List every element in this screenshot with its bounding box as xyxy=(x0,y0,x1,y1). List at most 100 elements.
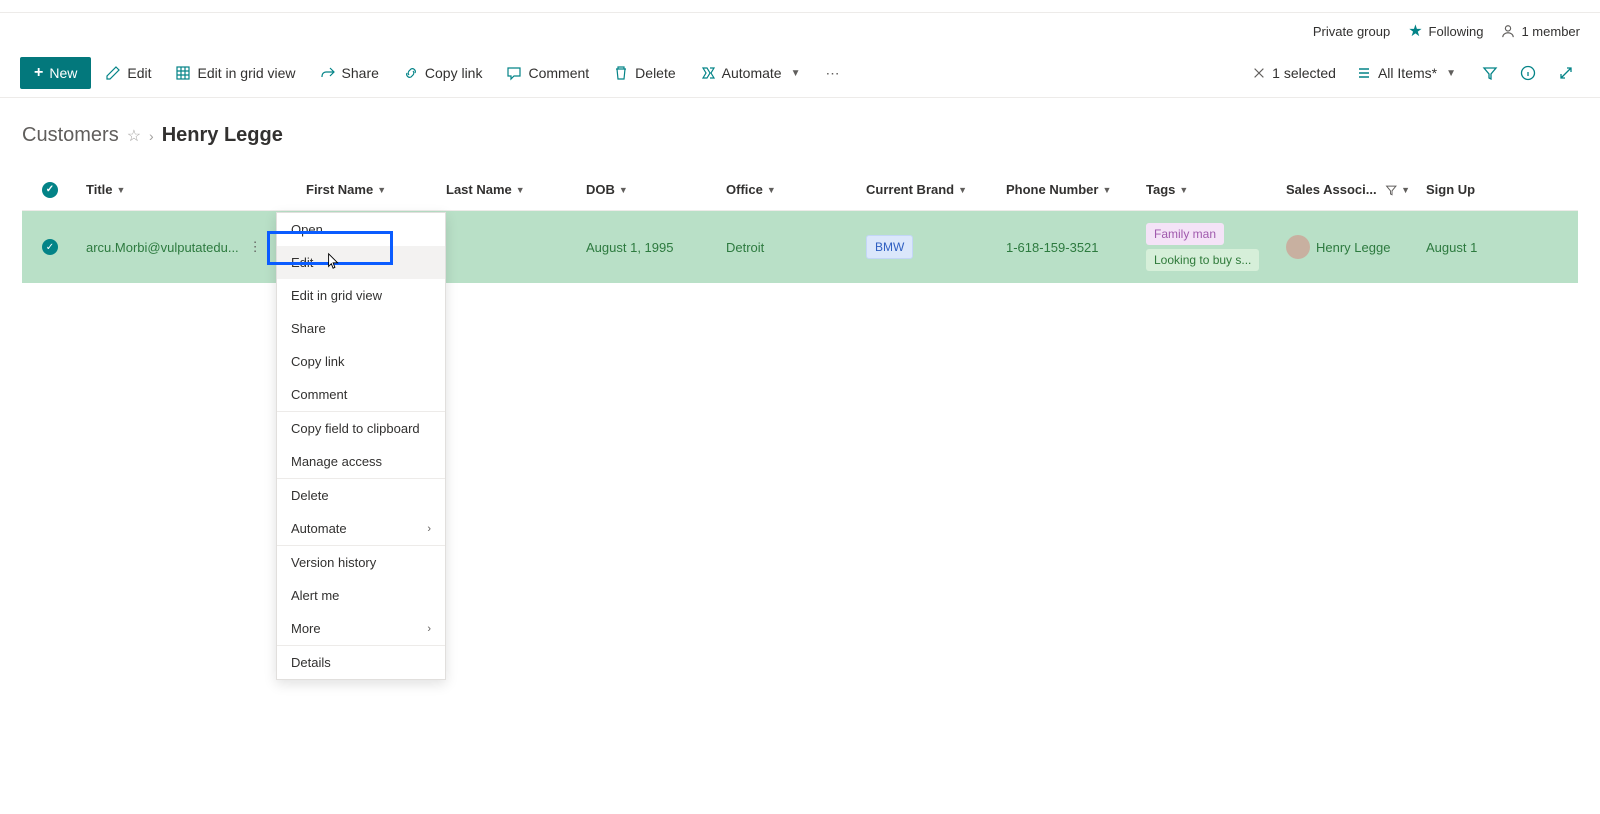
menu-edit-grid[interactable]: Edit in grid view xyxy=(277,279,445,312)
menu-version-history[interactable]: Version history xyxy=(277,546,445,579)
chevron-right-icon: › xyxy=(427,523,431,535)
col-tags[interactable]: Tags▼ xyxy=(1138,182,1278,197)
info-icon xyxy=(1520,65,1536,81)
new-label: New xyxy=(49,65,77,81)
menu-alert-me[interactable]: Alert me xyxy=(277,579,445,612)
expand-button[interactable] xyxy=(1552,59,1580,87)
avatar xyxy=(1286,235,1310,259)
chevron-down-icon: ▼ xyxy=(516,185,525,195)
star-icon: ★ xyxy=(1408,21,1422,41)
edit-label: Edit xyxy=(127,65,151,81)
following-toggle[interactable]: ★ Following xyxy=(1408,21,1483,41)
ellipsis-icon: ⋯ xyxy=(824,65,840,81)
col-phone[interactable]: Phone Number▼ xyxy=(998,182,1138,197)
chevron-down-icon: ▼ xyxy=(619,185,628,195)
check-icon: ✓ xyxy=(42,182,58,198)
row-last-name xyxy=(438,237,578,257)
menu-copy-link[interactable]: Copy link xyxy=(277,345,445,378)
list-grid: ✓ Title▼ First Name▼ Last Name▼ DOB▼ Off… xyxy=(22,169,1578,283)
edit-button[interactable]: Edit xyxy=(95,58,161,88)
chevron-down-icon: ▼ xyxy=(1446,68,1456,79)
menu-details[interactable]: Details xyxy=(277,646,445,679)
col-brand[interactable]: Current Brand▼ xyxy=(858,182,998,197)
copy-link-label: Copy link xyxy=(425,65,483,81)
members-link[interactable]: 1 member xyxy=(1501,24,1580,39)
context-menu: Open Edit Edit in grid view Share Copy l… xyxy=(276,212,446,680)
chevron-down-icon: ▼ xyxy=(1401,185,1410,195)
pencil-icon xyxy=(105,65,121,81)
menu-automate[interactable]: Automate› xyxy=(277,512,445,545)
col-sign-up[interactable]: Sign Up xyxy=(1418,182,1558,197)
comment-button[interactable]: Comment xyxy=(496,58,599,88)
menu-edit[interactable]: Edit xyxy=(277,246,445,279)
chevron-down-icon: ▼ xyxy=(1179,185,1188,195)
menu-comment[interactable]: Comment xyxy=(277,378,445,411)
more-commands-button[interactable]: ⋯ xyxy=(814,58,850,88)
share-button[interactable]: Share xyxy=(310,58,389,88)
filter-button[interactable] xyxy=(1476,59,1504,87)
grid-icon xyxy=(175,65,191,81)
select-all-header[interactable]: ✓ xyxy=(22,182,78,198)
command-bar: + New Edit Edit in grid view Share Copy … xyxy=(0,49,1600,98)
private-group-label: Private group xyxy=(1313,24,1390,39)
menu-manage-access[interactable]: Manage access xyxy=(277,445,445,478)
link-icon xyxy=(403,65,419,81)
close-icon xyxy=(1252,66,1266,80)
copy-link-button[interactable]: Copy link xyxy=(393,58,493,88)
chevron-down-icon: ▼ xyxy=(117,185,126,195)
favorite-icon[interactable]: ☆ xyxy=(127,126,141,146)
following-label: Following xyxy=(1429,24,1484,39)
brand-pill: BMW xyxy=(866,235,913,259)
expand-icon xyxy=(1558,65,1574,81)
tag-pill: Family man xyxy=(1146,223,1224,245)
edit-grid-label: Edit in grid view xyxy=(197,65,295,81)
info-button[interactable] xyxy=(1514,59,1542,87)
plus-icon: + xyxy=(34,64,43,82)
tag-pill: Looking to buy s... xyxy=(1146,249,1259,271)
row-phone: 1-618-159-3521 xyxy=(998,230,1138,265)
col-dob[interactable]: DOB▼ xyxy=(578,182,718,197)
menu-open[interactable]: Open xyxy=(277,213,445,246)
row-select[interactable]: ✓ xyxy=(22,229,78,265)
row-title: arcu.Morbi@vulputatedu... xyxy=(86,240,239,255)
chevron-down-icon: ▼ xyxy=(791,68,801,79)
edit-grid-button[interactable]: Edit in grid view xyxy=(165,58,305,88)
automate-button[interactable]: Automate ▼ xyxy=(690,58,811,88)
trash-icon xyxy=(613,65,629,81)
breadcrumb-current: Henry Legge xyxy=(162,124,283,147)
col-office[interactable]: Office▼ xyxy=(718,182,858,197)
menu-delete[interactable]: Delete xyxy=(277,479,445,512)
table-row[interactable]: ✓ arcu.Morbi@vulputatedu... ⋮ Eric Augus… xyxy=(22,211,1578,283)
clear-selection[interactable]: 1 selected xyxy=(1252,65,1336,81)
row-title-cell[interactable]: arcu.Morbi@vulputatedu... ⋮ xyxy=(78,225,298,269)
col-sales-assoc[interactable]: Sales Associ... ▼ xyxy=(1278,182,1418,197)
delete-label: Delete xyxy=(635,65,675,81)
chevron-down-icon: ▼ xyxy=(1102,185,1111,195)
view-selector[interactable]: All Items* ▼ xyxy=(1346,58,1466,88)
menu-more[interactable]: More› xyxy=(277,612,445,645)
assoc-name: Henry Legge xyxy=(1316,240,1390,255)
filter-icon xyxy=(1385,183,1398,197)
new-button[interactable]: + New xyxy=(20,57,91,89)
site-info-bar: Private group ★ Following 1 member xyxy=(0,13,1600,49)
delete-button[interactable]: Delete xyxy=(603,58,685,88)
menu-copy-field[interactable]: Copy field to clipboard xyxy=(277,412,445,445)
chevron-down-icon: ▼ xyxy=(767,185,776,195)
list-icon xyxy=(1356,65,1372,81)
chevron-right-icon: › xyxy=(427,623,431,635)
member-count: 1 member xyxy=(1521,24,1580,39)
col-first-name[interactable]: First Name▼ xyxy=(298,182,438,197)
check-icon: ✓ xyxy=(42,239,58,255)
row-sales-assoc: Henry Legge xyxy=(1278,225,1418,269)
row-dob: August 1, 1995 xyxy=(578,230,718,265)
chevron-down-icon: ▼ xyxy=(377,185,386,195)
breadcrumb-separator: › xyxy=(149,128,154,144)
breadcrumb-root[interactable]: Customers xyxy=(22,124,119,147)
row-actions-button[interactable]: ⋮ xyxy=(245,235,266,259)
col-title[interactable]: Title▼ xyxy=(78,182,298,197)
row-brand: BMW xyxy=(858,223,998,271)
col-last-name[interactable]: Last Name▼ xyxy=(438,182,578,197)
row-office: Detroit xyxy=(718,230,858,265)
person-icon xyxy=(1501,24,1515,38)
menu-share[interactable]: Share xyxy=(277,312,445,345)
